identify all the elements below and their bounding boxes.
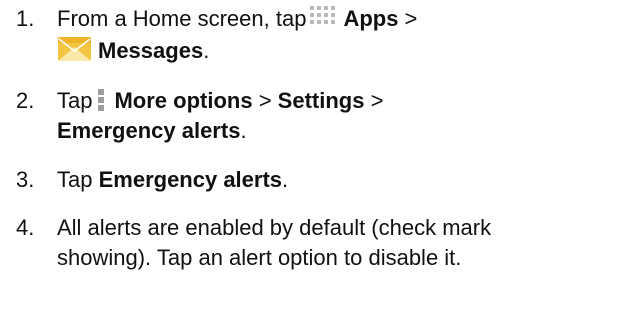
step-line: Messages. (57, 34, 632, 66)
emergency-alerts-label: Emergency alerts (57, 118, 241, 143)
apps-label: Apps (343, 6, 399, 31)
instruction-steps: 1. From a Home screen, tap Apps > Messag… (0, 0, 639, 316)
step-text-plain: From a Home screen, tap (57, 6, 307, 31)
more-options-label: More options (114, 88, 253, 113)
step-text-plain: . (240, 118, 247, 143)
step-text-plain: . (282, 167, 289, 192)
step-number: 4. (16, 215, 35, 240)
step-text-plain: > (398, 6, 418, 31)
step-number: 3. (16, 167, 35, 192)
settings-label: Settings (277, 88, 365, 113)
step-text-plain: > (364, 88, 384, 113)
step-text-plain: > (252, 88, 278, 113)
messages-envelope-icon (58, 37, 91, 61)
step-text: From a Home screen, tap Apps > Messages. (57, 4, 632, 66)
step-number: 2. (16, 88, 35, 113)
more-options-icon (98, 89, 105, 111)
apps-grid-icon (310, 6, 336, 24)
step-text-plain: . (203, 38, 210, 63)
step-text-plain: Tap (57, 167, 99, 192)
step-number: 1. (16, 6, 35, 31)
step-line: Tap More options > Settings > (57, 86, 632, 116)
step-text-plain: Tap (57, 88, 93, 113)
step-text: Tap Emergency alerts. (57, 165, 632, 195)
step-line: Emergency alerts. (57, 116, 632, 146)
emergency-alerts-label: Emergency alerts (98, 167, 283, 192)
messages-label: Messages (98, 38, 204, 63)
step-text: Tap More options > Settings > Emergency … (57, 86, 632, 146)
step-text: All alerts are enabled by default (check… (57, 213, 632, 273)
step-line: All alerts are enabled by default (check… (57, 215, 492, 240)
step-line: From a Home screen, tap Apps > (57, 4, 632, 34)
step-line: showing). Tap an alert option to disable… (57, 245, 462, 270)
step-line: Tap Emergency alerts. (57, 165, 632, 195)
